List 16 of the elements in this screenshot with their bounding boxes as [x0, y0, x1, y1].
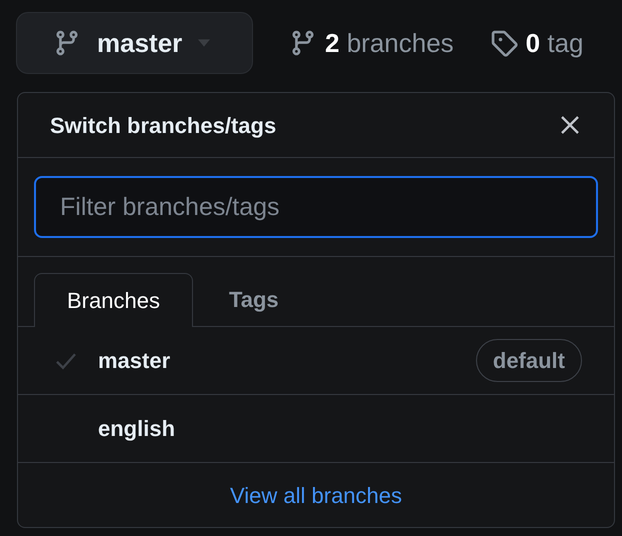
- popup-title: Switch branches/tags: [50, 112, 276, 140]
- close-icon: [560, 115, 580, 135]
- branch-name: master: [98, 347, 172, 375]
- branch-select-button[interactable]: master: [16, 12, 253, 74]
- tab[interactable]: Branches: [34, 273, 193, 327]
- count-link[interactable]: 0 tag: [490, 24, 584, 62]
- caret-icon: [198, 37, 210, 49]
- branch-item[interactable]: master default: [18, 327, 614, 395]
- count-link[interactable]: 2 branches: [289, 24, 454, 62]
- filter-field[interactable]: Filter branches/tags: [34, 176, 598, 238]
- branch-item[interactable]: english: [18, 395, 614, 463]
- tab[interactable]: Tags: [192, 272, 315, 326]
- branch-name: english: [98, 415, 176, 443]
- view-all-link[interactable]: View all branches: [230, 478, 402, 512]
- tag-icon: [490, 29, 518, 57]
- default-badge: default: [476, 339, 582, 382]
